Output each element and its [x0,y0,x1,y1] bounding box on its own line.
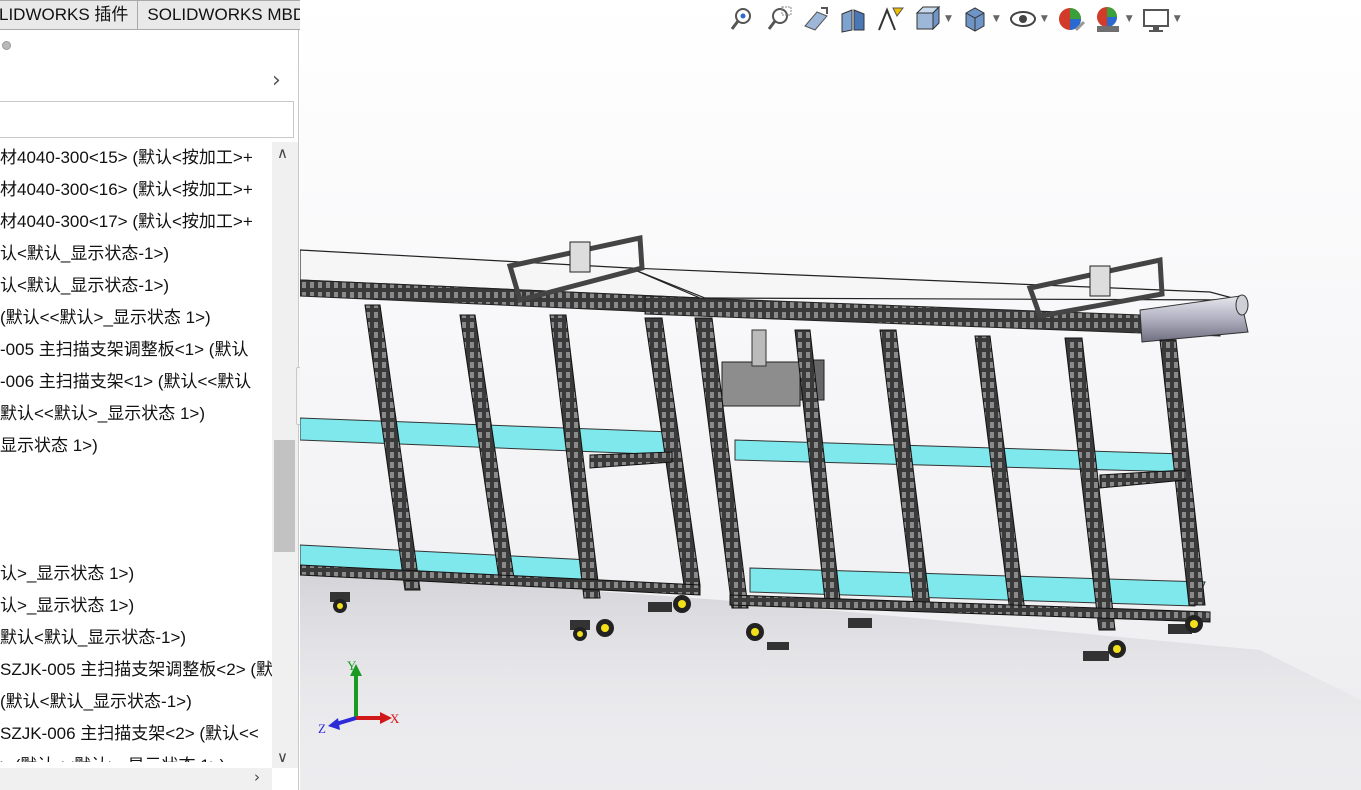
tree-item[interactable]: 材4040-300<17> (默认<按加工>+ [0,206,272,238]
view-settings-dropdown-icon[interactable]: ▼ [1174,14,1181,24]
view-orientation-dropdown-icon[interactable]: ▼ [945,14,952,24]
tree-item[interactable] [0,526,272,558]
tree-item[interactable]: (默认<默认_显示状态-1>) [0,686,272,718]
tree-item[interactable]: SZJK-005 主扫描支架调整板<2> (默 [0,654,272,686]
view-orientation-icon[interactable] [912,4,942,34]
panel-option-dot[interactable] [2,41,11,50]
tree-item[interactable]: 默认<默认_显示状态-1>) [0,622,272,654]
shelf-right-upper [734,439,1186,473]
tree-item[interactable]: 认<默认_显示状态-1>) [0,270,272,302]
tree-item[interactable]: 默认<<默认>_显示状态 1>) [0,398,272,430]
hide-show-dropdown-icon[interactable]: ▼ [1041,14,1048,24]
tree-horizontal-scrollbar[interactable]: › [0,768,272,790]
display-style-dropdown-icon[interactable]: ▼ [993,14,1000,24]
tree-item[interactable] [0,462,272,494]
y-axis-label: Y [347,658,357,673]
tree-filter-input[interactable] [0,101,294,138]
tree-vertical-scrollbar[interactable]: ∧ ∨ [272,142,298,768]
previous-view-icon[interactable] [801,4,831,34]
graphics-viewport[interactable] [300,0,1361,790]
conveyor-belt-right [629,267,1249,343]
tree-item[interactable]: (默认<<默认>_显示状态 1>) [0,302,272,334]
command-tab[interactable]: SOLIDWORKS MBD [138,0,316,30]
hide-show-items-icon[interactable] [1008,4,1038,34]
tree-item[interactable]: > (默认<<默认>_显示状态 1>) [0,750,272,762]
scroll-right-icon[interactable]: › [254,768,260,786]
conveyor-assembly-model [300,234,1361,790]
tree-item[interactable]: 认>_显示状态 1>) [0,558,272,590]
tree-item[interactable]: -006 主扫描支架<1> (默认<<默认 [0,366,272,398]
apply-scene-icon[interactable] [1093,4,1123,34]
tree-item[interactable] [0,494,272,526]
scroll-up-icon[interactable]: ∧ [277,144,288,162]
edit-appearance-icon[interactable] [1056,4,1086,34]
feature-manager-panel: › 材4040-300<15> (默认<按加工>+ 材4040-300<16> (… [0,30,299,790]
display-style-icon[interactable] [960,4,990,34]
x-axis-label: X [390,711,400,726]
tree-item[interactable]: -005 主扫描支架调整板<1> (默认 [0,334,272,366]
z-axis-label: Z [318,721,326,736]
scroll-thumb[interactable] [274,440,295,552]
apply-scene-dropdown-icon[interactable]: ▼ [1126,14,1133,24]
zoom-to-area-icon[interactable] [764,4,794,34]
tree-item[interactable]: 材4040-300<16> (默认<按加工>+ [0,174,272,206]
tree-item[interactable]: 认<默认_显示状态-1>) [0,238,272,270]
dynamic-annotation-icon[interactable] [875,4,905,34]
chevron-right-icon[interactable]: › [272,68,281,93]
tree-item[interactable]: 材4040-300<15> (默认<按加工>+ [0,142,272,174]
tree-item[interactable]: 认>_显示状态 1>) [0,590,272,622]
tree-item[interactable]: 显示状态 1>) [0,430,272,462]
command-tab[interactable]: LIDWORKS 插件 [0,0,139,30]
zoom-to-fit-icon[interactable] [727,4,757,34]
feature-tree: 材4040-300<15> (默认<按加工>+ 材4040-300<16> (默认… [0,142,272,762]
view-settings-icon[interactable] [1141,4,1171,34]
heads-up-view-toolbar: ▼ ▼ ▼ ▼ ▼ [727,2,1189,36]
section-view-icon[interactable] [838,4,868,34]
reference-triad: Y X Z [316,658,406,738]
tree-item[interactable]: SZJK-006 主扫描支架<2> (默认<< [0,718,272,750]
scroll-down-icon[interactable]: ∨ [277,748,288,766]
